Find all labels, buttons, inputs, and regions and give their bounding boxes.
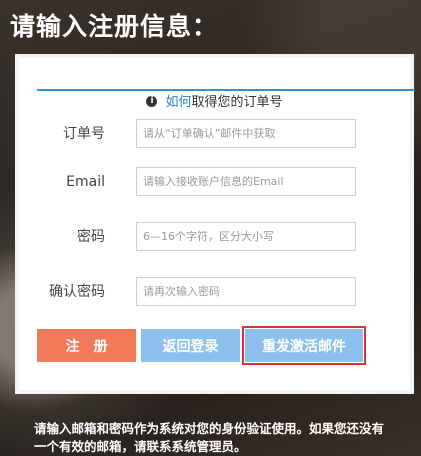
- info-icon: i: [146, 96, 158, 107]
- password-row: 密码: [19, 222, 410, 253]
- registration-panel: i 如何取得您的订单号 订单号 Email 密码 确认密码 注册 返回登录 重发激…: [15, 54, 415, 394]
- password-input[interactable]: [136, 222, 356, 251]
- confirm-password-row: 确认密码: [19, 277, 410, 308]
- registration-form: i 如何取得您的订单号 订单号 Email 密码 确认密码 注册 返回登录 重发激…: [19, 58, 415, 390]
- back-to-login-button[interactable]: 返回登录: [141, 329, 240, 362]
- email-label: Email: [66, 174, 105, 190]
- how-to-link[interactable]: 如何: [165, 95, 191, 110]
- form-divider: [37, 89, 415, 91]
- email-input[interactable]: [136, 167, 356, 196]
- confirm-password-input[interactable]: [136, 277, 356, 306]
- order-number-input[interactable]: [136, 119, 356, 148]
- footer-note: 请输入邮箱和密码作为系统对您的身份验证使用。如果您还没有一个有效的邮箱，请联系系…: [34, 421, 385, 454]
- order-number-label: 订单号: [63, 126, 105, 142]
- page-title: 请输入注册信息：: [10, 12, 219, 41]
- confirm-password-label: 确认密码: [49, 284, 105, 300]
- email-row: Email: [19, 167, 410, 198]
- password-label: 密码: [77, 229, 105, 245]
- resend-activation-email-button[interactable]: 重发激活邮件: [242, 326, 366, 365]
- order-number-help: i 如何取得您的订单号: [19, 94, 410, 112]
- order-number-row: 订单号: [19, 119, 410, 150]
- help-text: 取得您的订单号: [191, 95, 283, 110]
- register-button[interactable]: 注册: [37, 329, 136, 362]
